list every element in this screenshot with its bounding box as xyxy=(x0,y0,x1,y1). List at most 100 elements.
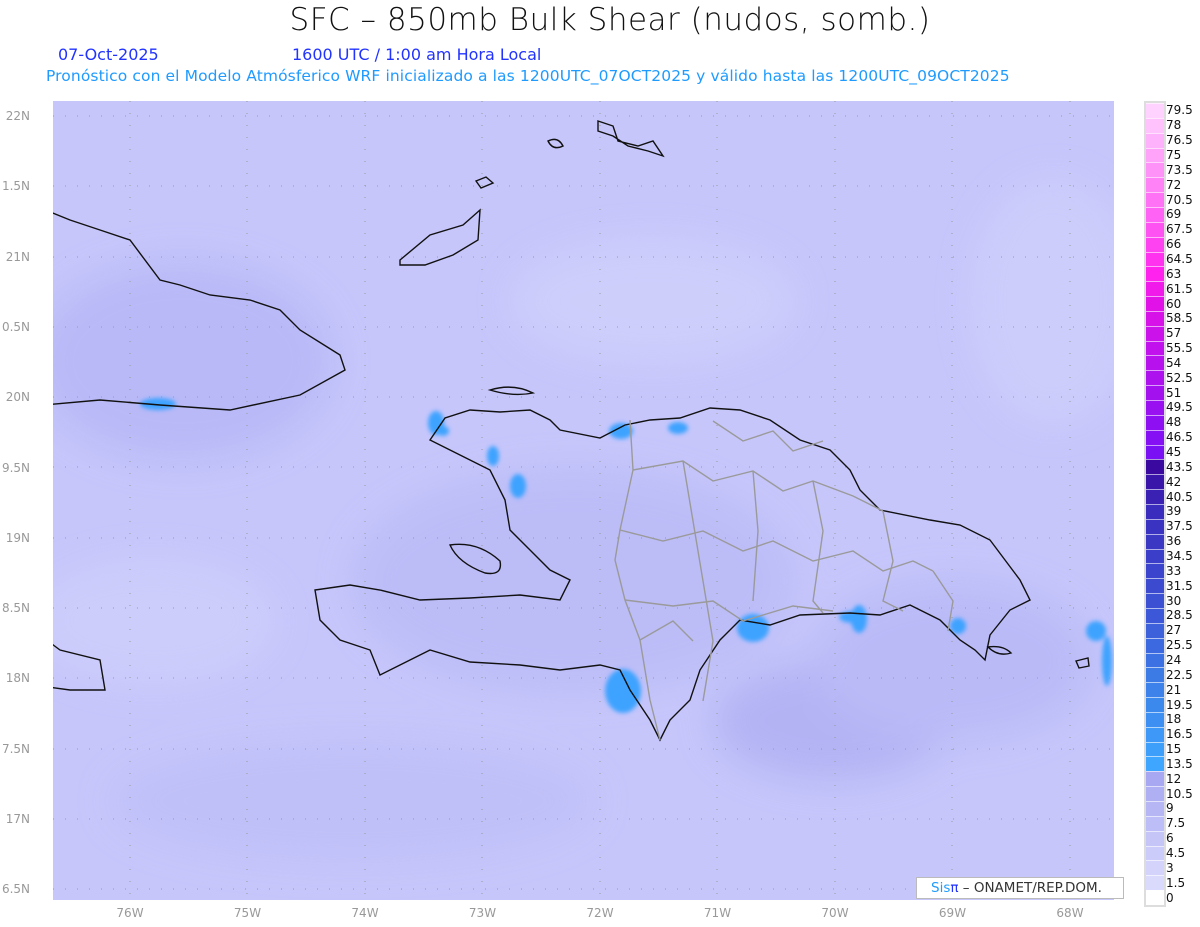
longitude-label: 69W xyxy=(938,906,967,920)
longitude-label: 72W xyxy=(586,906,614,920)
colorbar-label: 0 xyxy=(1166,890,1174,905)
colorbar-label: 67.5 xyxy=(1166,222,1193,237)
colorbar-swatch xyxy=(1146,771,1164,787)
colorbar-swatch xyxy=(1146,206,1164,222)
colorbar-label: 43.5 xyxy=(1166,459,1193,474)
colorbar-swatch xyxy=(1146,890,1164,905)
colorbar-label: 73.5 xyxy=(1166,162,1193,177)
colorbar-label: 54 xyxy=(1166,355,1182,370)
colorbar-swatch xyxy=(1146,459,1164,475)
colorbar-swatch xyxy=(1146,355,1164,371)
colorbar-label: 19.5 xyxy=(1166,697,1193,712)
colorbar-label: 72 xyxy=(1166,177,1182,192)
colorbar-swatch xyxy=(1146,162,1164,178)
colorbar-swatch xyxy=(1146,147,1164,163)
colorbar-swatch xyxy=(1146,266,1164,282)
colorbar-swatch xyxy=(1146,801,1164,816)
model-description: Pronóstico con el Modelo Atmósferico WRF… xyxy=(46,67,1010,85)
colorbar-label: 24 xyxy=(1166,652,1182,667)
colorbar-label: 55.5 xyxy=(1166,341,1193,356)
colorbar-label: 27 xyxy=(1166,623,1182,638)
credit-box: Sisπ – ONAMET/REP.DOM. xyxy=(916,877,1124,899)
colorbar-label: 45 xyxy=(1166,445,1182,460)
credit-brand: Sis xyxy=(931,880,951,896)
colorbar-label: 40.5 xyxy=(1166,489,1193,504)
colorbar-swatch xyxy=(1146,815,1164,831)
colorbar-label: 10.5 xyxy=(1166,786,1193,801)
latitude-label: 18N xyxy=(5,671,30,686)
colorbar-swatch xyxy=(1146,340,1164,356)
longitude-label: 73W xyxy=(468,906,497,920)
colorbar-swatch xyxy=(1146,533,1164,549)
credit-brand-pi: π xyxy=(950,880,959,896)
colorbar-label: 64.5 xyxy=(1166,251,1193,266)
colorbar-label: 28.5 xyxy=(1166,608,1193,623)
colorbar-swatch xyxy=(1146,370,1164,386)
latitude-label: 7.5N xyxy=(1,741,30,756)
shear-map xyxy=(53,101,1114,900)
latitude-label: 19N xyxy=(5,530,30,545)
colorbar-label: 9 xyxy=(1166,801,1174,816)
colorbar-swatch xyxy=(1146,548,1164,564)
colorbar-swatch xyxy=(1146,682,1164,698)
colorbar-swatch xyxy=(1146,192,1164,207)
colorbar-label: 69 xyxy=(1166,207,1182,222)
colorbar-label: 37.5 xyxy=(1166,519,1193,534)
colorbar-swatch xyxy=(1146,296,1164,311)
colorbar-label: 12 xyxy=(1166,771,1182,786)
forecast-time: 1600 UTC / 1:00 am Hora Local xyxy=(292,45,542,64)
colorbar-swatch xyxy=(1146,875,1164,891)
colorbar-label: 66 xyxy=(1166,237,1182,252)
colorbar-swatch xyxy=(1146,726,1164,742)
colorbar-swatch xyxy=(1146,518,1164,534)
colorbar-swatch xyxy=(1146,429,1164,445)
colorbar-label: 46.5 xyxy=(1166,430,1193,445)
colorbar-label: 31.5 xyxy=(1166,578,1193,593)
colorbar-label: 79.5 xyxy=(1166,103,1193,118)
longitude-label: 71W xyxy=(703,906,732,920)
colorbar-swatch xyxy=(1146,310,1164,326)
latitude-label: 17N xyxy=(5,812,30,826)
colorbar-swatch xyxy=(1146,786,1164,802)
latitude-label: 22N xyxy=(5,109,30,123)
latitude-label: 20N xyxy=(5,390,30,405)
colorbar-swatch xyxy=(1146,711,1164,727)
colorbar-label: 3 xyxy=(1166,860,1174,875)
colorbar-label: 34.5 xyxy=(1166,548,1193,563)
forecast-date: 07-Oct-2025 xyxy=(58,45,159,64)
colorbar-label: 18 xyxy=(1166,712,1182,727)
colorbar-swatch xyxy=(1146,845,1164,861)
colorbar-swatch xyxy=(1146,578,1164,594)
colorbar-label: 70.5 xyxy=(1166,192,1193,207)
colorbar-label: 21 xyxy=(1166,682,1182,697)
colorbar-label: 63 xyxy=(1166,266,1182,281)
colorbar-label: 42 xyxy=(1166,474,1182,489)
colorbar-swatch xyxy=(1146,607,1164,623)
colorbar-swatch xyxy=(1146,103,1164,118)
colorbar-label: 6 xyxy=(1166,831,1174,846)
colorbar-swatch xyxy=(1146,236,1164,252)
colorbar-label: 1.5 xyxy=(1166,875,1186,890)
latitude-label: 1.5N xyxy=(1,179,30,194)
colorbar-swatch xyxy=(1146,325,1164,341)
longitude-label: 70W xyxy=(821,906,849,920)
colorbar-label: 13.5 xyxy=(1166,756,1193,771)
colorbar-label: 75 xyxy=(1166,147,1182,162)
latitude-label: 21N xyxy=(5,249,30,264)
colorbar-swatch xyxy=(1146,697,1164,712)
credit-text: – ONAMET/REP.DOM. xyxy=(958,880,1102,896)
colorbar-label: 25.5 xyxy=(1166,638,1193,653)
colorbar xyxy=(1144,101,1166,907)
colorbar-swatch xyxy=(1146,117,1164,133)
colorbar-swatch xyxy=(1146,504,1164,519)
longitude-label: 68W xyxy=(1056,906,1084,920)
colorbar-swatch xyxy=(1146,474,1164,490)
colorbar-swatch xyxy=(1146,414,1164,430)
colorbar-swatch xyxy=(1146,400,1164,415)
colorbar-label: 60 xyxy=(1166,296,1182,311)
colorbar-swatch xyxy=(1146,177,1164,193)
colorbar-swatch xyxy=(1146,741,1164,757)
colorbar-label: 7.5 xyxy=(1166,816,1186,831)
colorbar-label: 36 xyxy=(1166,534,1182,549)
colorbar-swatch xyxy=(1146,563,1164,579)
